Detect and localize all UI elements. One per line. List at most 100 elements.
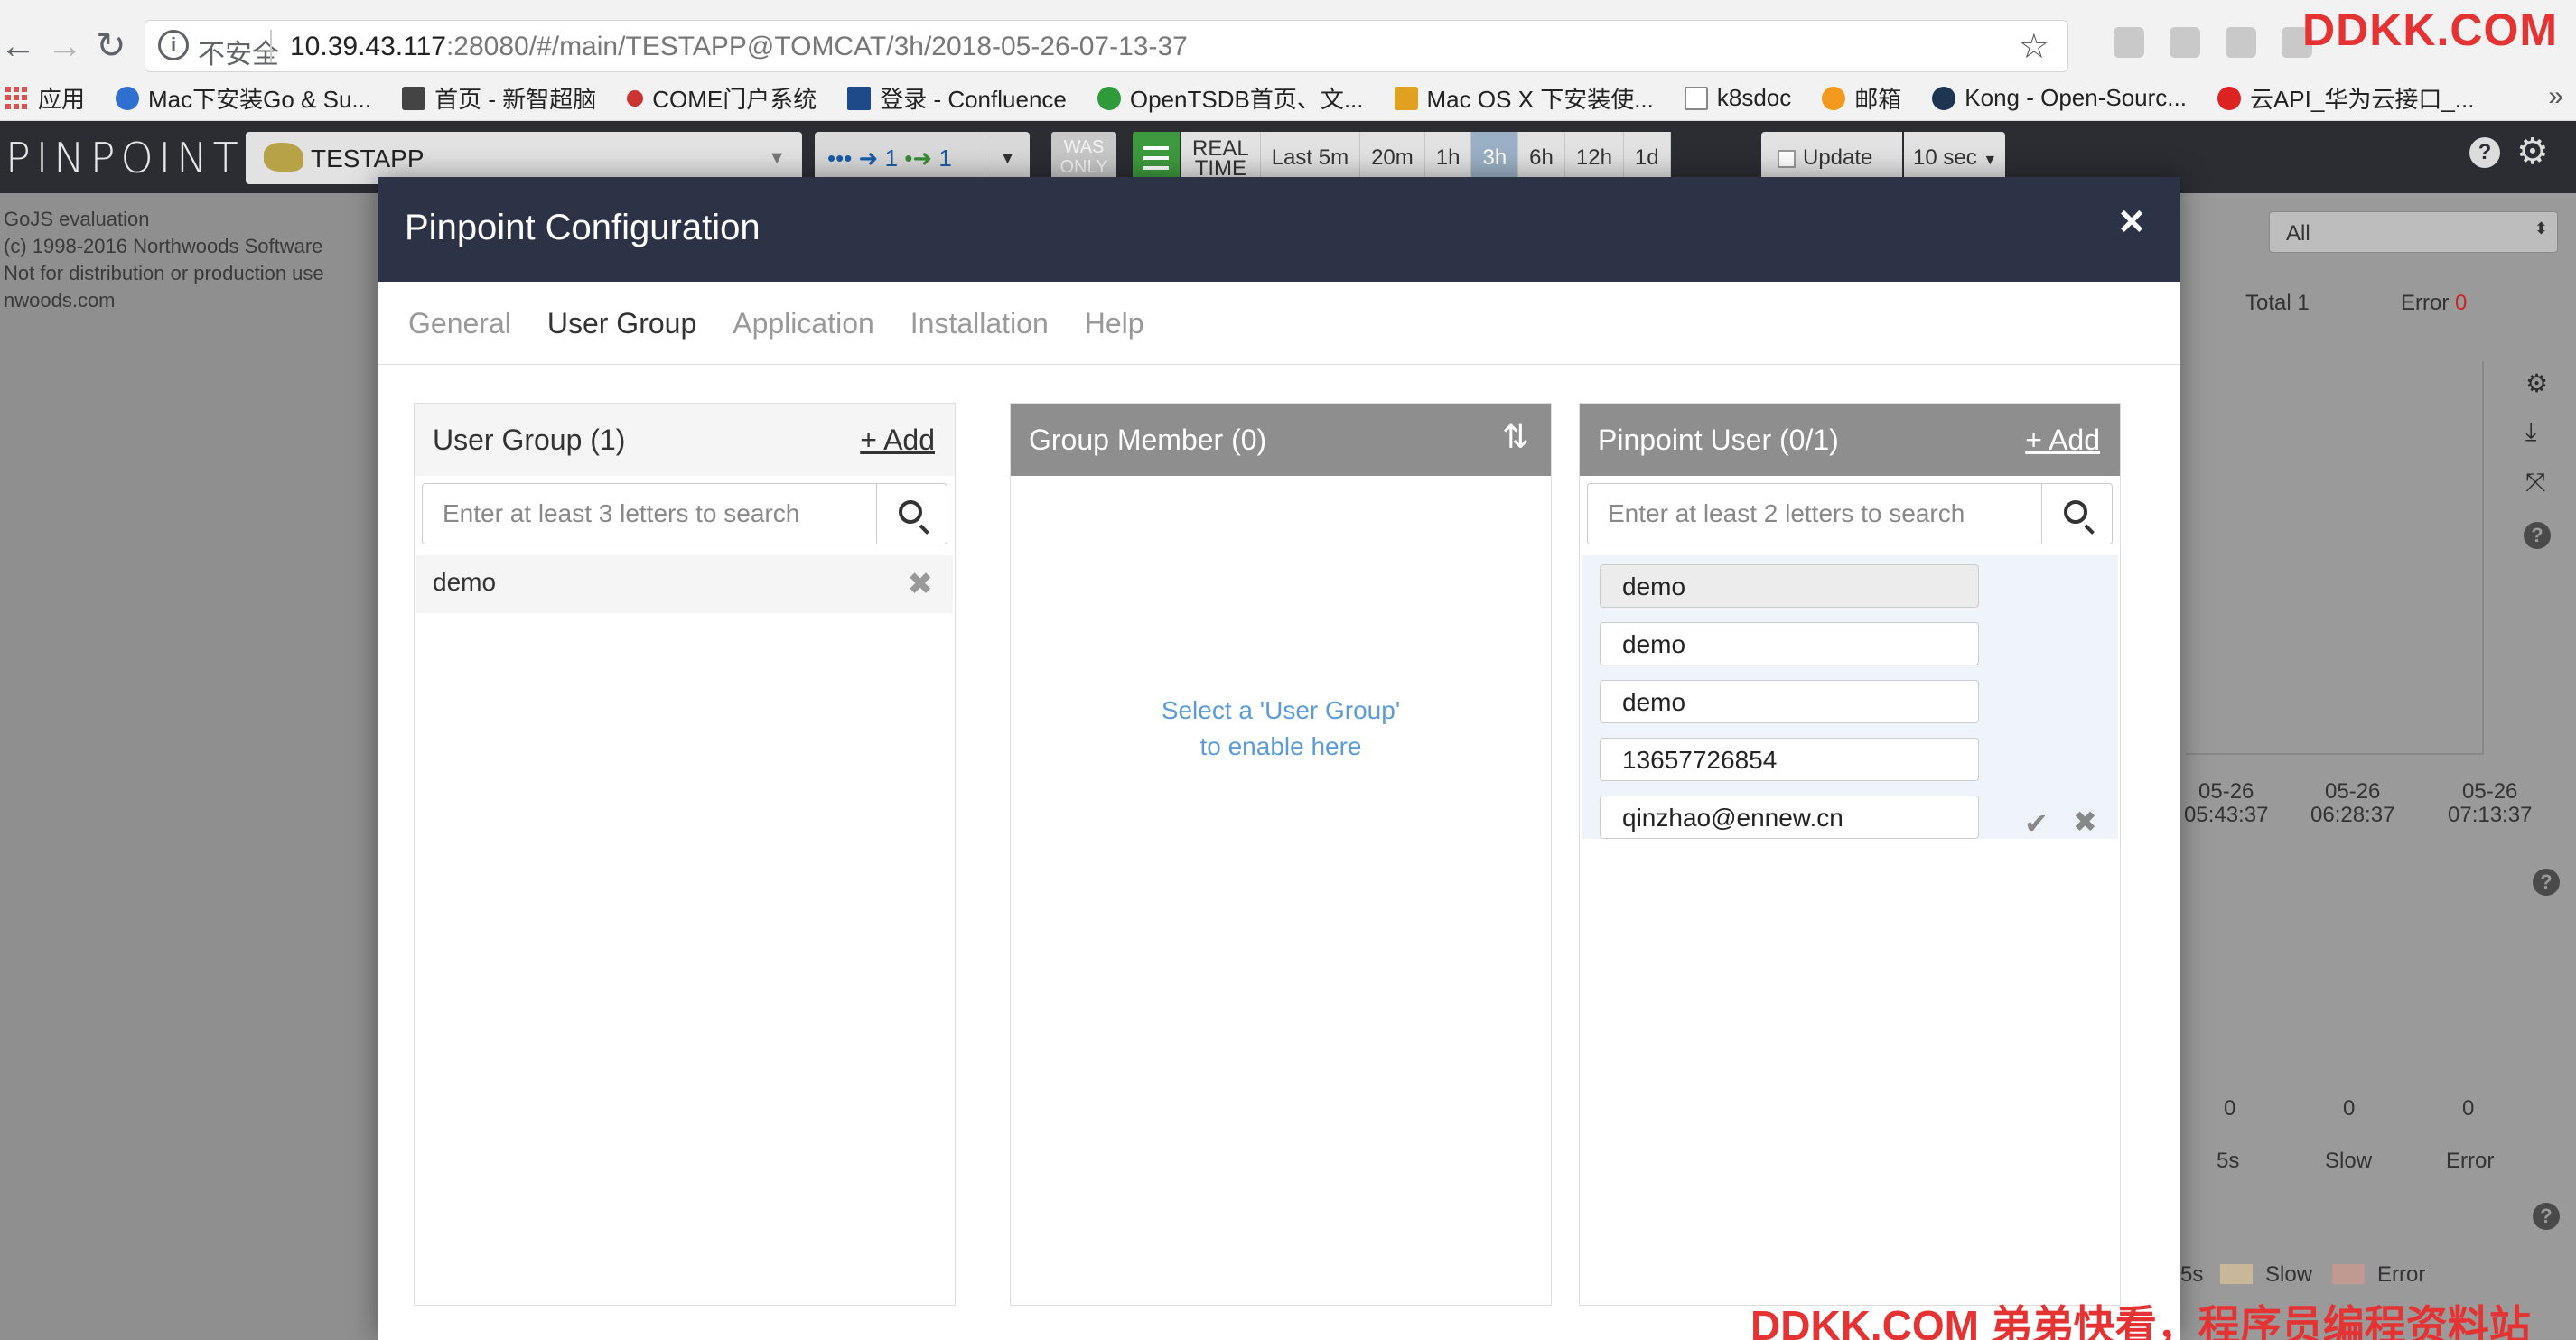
help-icon[interactable]: ? — [2533, 1203, 2560, 1230]
bookmark-item[interactable]: Mac下安装Go & Su... — [116, 81, 371, 115]
bookmark-item[interactable]: Mac OS X 下安装使... — [1394, 81, 1654, 115]
bookmark-item[interactable]: COME门户系统 — [627, 81, 817, 115]
extension-icons — [2114, 27, 2312, 63]
application-name: TESTAPP — [311, 144, 425, 172]
bookmark-item[interactable]: 首页 - 新智超脑 — [402, 81, 596, 115]
apps-grid-icon — [5, 86, 29, 110]
bookmark-item[interactable]: 登录 - Confluence — [847, 81, 1067, 115]
error-count: Error 0 — [2401, 291, 2468, 315]
bookmark-item[interactable]: Kong - Open-Sourc... — [1932, 84, 2187, 112]
pinpoint-user-title: Pinpoint User (0/1) — [1598, 423, 1839, 456]
close-icon[interactable]: × — [2119, 200, 2144, 244]
count-5s-label: 5s — [2217, 1149, 2240, 1173]
document-icon — [1684, 86, 1708, 110]
bookmark-item[interactable]: OpenTSDB首页、文... — [1097, 81, 1364, 115]
pinpoint-user-search — [1587, 483, 2113, 544]
modal-header: Pinpoint Configuration × — [378, 177, 2180, 282]
search-button[interactable] — [2041, 484, 2112, 544]
gear-icon[interactable]: ⚙ — [2516, 134, 2549, 170]
settings-icon[interactable]: ⚙ — [2525, 368, 2548, 398]
count-5s-value: 0 — [2224, 1096, 2236, 1121]
extension-icon[interactable] — [2170, 27, 2200, 58]
update-checkbox[interactable] — [1778, 150, 1796, 168]
count-slow-label: Slow — [2325, 1149, 2373, 1173]
pinpoint-user-panel: Pinpoint User (0/1) + Add demo demo demo… — [1579, 403, 2121, 1306]
download-icon[interactable]: ⤓ — [2525, 417, 2536, 447]
search-button[interactable] — [876, 484, 947, 544]
user-group-panel: User Group (1) + Add demo ✖ — [414, 403, 956, 1306]
gojs-notice: GoJS evaluation (c) 1998-2016 Northwoods… — [4, 208, 324, 312]
tab-installation[interactable]: Installation — [910, 282, 1049, 364]
mail-icon — [1822, 86, 1846, 110]
nodes-icon: ••• — [827, 144, 853, 172]
help-icon[interactable]: ? — [2524, 522, 2551, 549]
agent-filter-select[interactable]: All ⬍ — [2269, 211, 2558, 253]
tab-application[interactable]: Application — [733, 282, 874, 364]
c-logo-icon — [1097, 86, 1121, 110]
add-pinpoint-user-button[interactable]: + Add — [2025, 423, 2100, 457]
legend-slow-label: Slow — [2265, 1262, 2313, 1287]
watermark-bottom: DDKK.COM 弟弟快看，程序员编程资料站 — [1750, 1302, 2531, 1340]
total-count: Total 1 — [2245, 291, 2310, 315]
c-logo-icon — [116, 86, 140, 110]
legend-slow-swatch — [2220, 1264, 2253, 1284]
reload-icon[interactable]: ↻ — [96, 23, 126, 69]
info-icon[interactable]: i — [158, 30, 189, 60]
pinpoint-user-header: Pinpoint User (0/1) + Add — [1580, 404, 2120, 476]
bookmark-star-icon[interactable]: ☆ — [2019, 26, 2049, 67]
tab-general[interactable]: General — [408, 282, 511, 364]
watermark-top: DDKK.COM — [2302, 5, 2558, 55]
bookmark-item[interactable]: 邮箱 — [1822, 81, 1901, 115]
group-member-header: Group Member (0) ⇅ — [1011, 404, 1551, 476]
cancel-x-icon[interactable]: ✖ — [2073, 805, 2097, 839]
list-item[interactable]: demo ✖ — [416, 555, 953, 613]
help-icon[interactable]: ? — [2533, 869, 2560, 896]
confluence-icon — [847, 86, 872, 110]
bookmark-item[interactable]: 云API_华为云接口_... — [2217, 81, 2474, 115]
forward-arrow-icon[interactable]: → — [47, 23, 83, 69]
department-field[interactable]: demo — [1600, 680, 1979, 723]
user-group-search-input[interactable] — [423, 484, 876, 544]
group-member-empty-hint: Select a 'User Group' to enable here — [1161, 696, 1401, 760]
user-group-title: User Group (1) — [433, 423, 626, 456]
response-scatter-plot — [2186, 361, 2484, 755]
tab-help[interactable]: Help — [1085, 282, 1144, 364]
group-member-title: Group Member (0) — [1029, 423, 1267, 456]
remove-icon[interactable]: ✖ — [908, 566, 934, 602]
bookmark-apps[interactable]: 应用 — [5, 81, 85, 115]
add-user-group-button[interactable]: + Add — [860, 423, 935, 457]
legend-5s-label: 5s — [2180, 1262, 2204, 1287]
time-tick: 05-26 07:13:37 — [2448, 779, 2533, 827]
count-slow-value: 0 — [2343, 1096, 2356, 1121]
user-name-field[interactable]: demo — [1600, 622, 1979, 665]
pinpoint-logo: PINPOINT — [5, 134, 244, 182]
come-logo-icon — [627, 89, 644, 107]
bookmarks-more-icon[interactable]: » — [2548, 81, 2563, 112]
config-tabs: General User Group Application Installat… — [378, 282, 2180, 365]
user-id-field[interactable]: demo — [1600, 564, 1979, 608]
count-error-label: Error — [2446, 1149, 2495, 1173]
help-icon[interactable]: ? — [2469, 137, 2500, 168]
outbound-arrow-icon: •➜ — [904, 144, 933, 172]
tomcat-icon — [264, 143, 303, 172]
tab-user-group[interactable]: User Group — [547, 282, 696, 364]
extension-icon[interactable] — [2114, 27, 2144, 58]
list-icon — [1143, 146, 1169, 170]
pinpoint-user-search-input[interactable] — [1588, 484, 2041, 544]
phone-field[interactable]: 13657726854 — [1600, 738, 1979, 781]
count-error-value: 0 — [2462, 1096, 2475, 1121]
address-bar[interactable]: i 不安全 10.39.43.117:28080/#/main/TESTAPP@… — [145, 20, 2068, 72]
sort-icon[interactable]: ⇅ — [1502, 418, 1529, 456]
edit-icon — [402, 86, 426, 110]
fullscreen-icon[interactable]: ⤧ — [2525, 468, 2545, 498]
insecure-label: 不安全 — [198, 40, 279, 70]
extension-icon[interactable] — [2226, 27, 2256, 58]
url-text[interactable]: 10.39.43.117:28080/#/main/TESTAPP@TOMCAT… — [290, 32, 1188, 62]
user-group-header: User Group (1) + Add — [415, 404, 955, 476]
back-arrow-icon[interactable]: ← — [0, 23, 36, 69]
bookmark-item[interactable]: k8sdoc — [1684, 84, 1791, 112]
modal-title: Pinpoint Configuration — [405, 208, 761, 247]
kong-icon — [1932, 86, 1956, 110]
confirm-check-icon[interactable]: ✔ — [2024, 806, 2049, 841]
email-field[interactable]: qinzhao@ennew.cn — [1600, 796, 1979, 839]
